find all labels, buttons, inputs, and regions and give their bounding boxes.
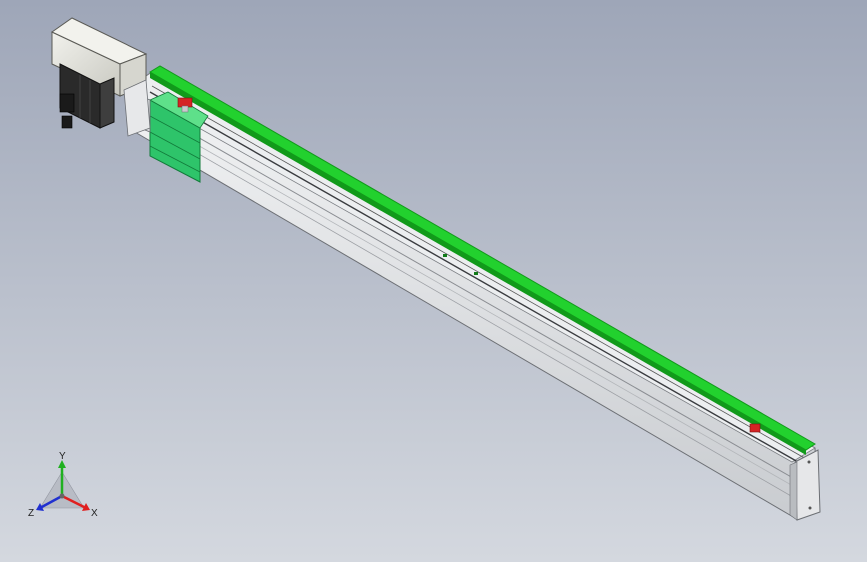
sensor-bracket: [181, 105, 189, 113]
motor-connector-detail: [61, 115, 73, 129]
cad-viewport[interactable]: Y X Z: [0, 0, 867, 562]
end-cap-right-side: [789, 461, 798, 521]
limit-sensor-right[interactable]: [749, 423, 761, 433]
end-cap-screw: [808, 506, 812, 510]
motor-body-side: [99, 77, 115, 129]
motor-connector: [59, 93, 75, 113]
triad-z-label: Z: [28, 508, 34, 519]
guide-mark: [474, 272, 478, 275]
end-cap-right[interactable]: [794, 449, 821, 521]
guide-mark: [443, 254, 447, 257]
triad-y-label: Y: [59, 451, 66, 462]
triad-origin: [59, 493, 65, 499]
triad-x-label: X: [91, 508, 98, 519]
end-cap-screw: [807, 460, 811, 464]
coupling-plate: [123, 79, 151, 137]
model-canvas[interactable]: Y X Z: [0, 0, 867, 562]
limit-sensor-left[interactable]: [177, 97, 193, 108]
